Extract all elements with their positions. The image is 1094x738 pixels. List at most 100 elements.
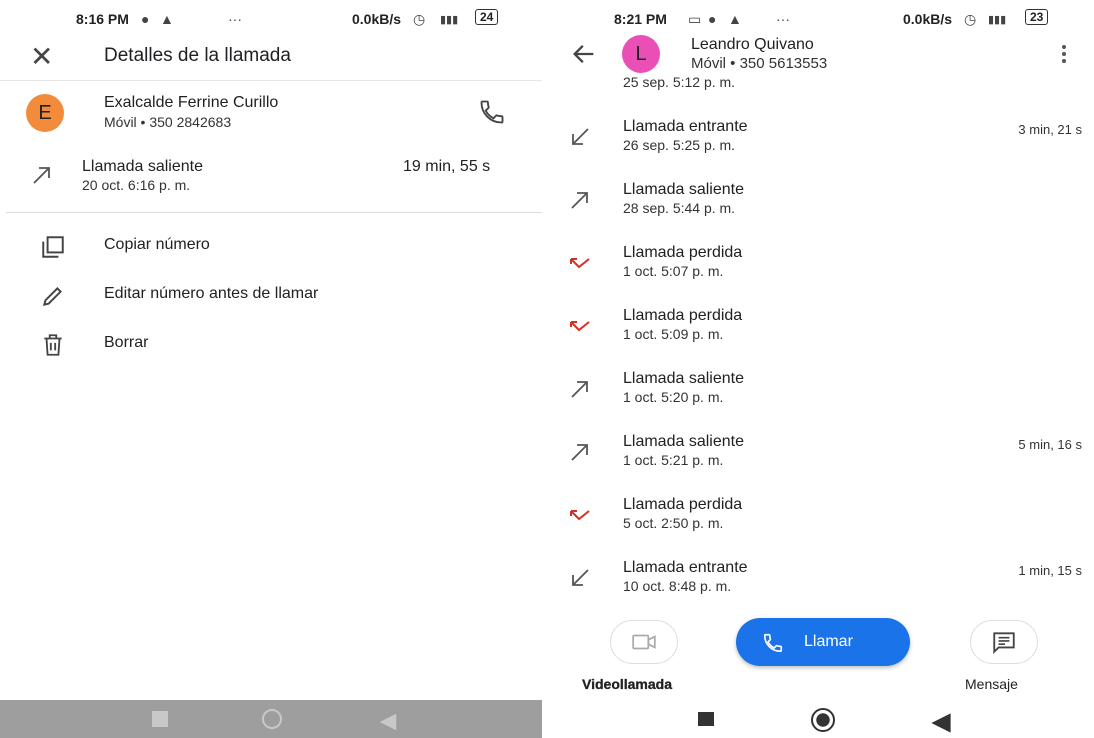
call-date: 25 sep. 5:12 p. m.: [623, 74, 736, 90]
cloud-icon: ▲: [728, 11, 742, 27]
call-duration: 1 min, 15 s: [1018, 563, 1082, 578]
battery-icon: 23: [1025, 9, 1049, 25]
delete-button[interactable]: Borrar: [0, 324, 542, 364]
contact-number: Móvil • 350 2842683: [104, 114, 232, 130]
video-call-button[interactable]: [610, 620, 678, 664]
navigation-bar: [548, 700, 1094, 738]
call-button[interactable]: Llamar: [736, 618, 910, 666]
call-history-item[interactable]: Llamada perdida 5 oct. 2:50 p. m.: [548, 473, 1094, 536]
call-duration: 3 min, 21 s: [1018, 122, 1082, 137]
call-type: Llamada perdida: [623, 496, 743, 513]
call-history-item[interactable]: Llamada saliente 28 sep. 5:44 p. m.: [548, 158, 1094, 221]
network-speed: 0.0kB/s: [903, 11, 953, 27]
call-details-screen: 8:16 PM ● ▲ ··· 0.0kB/s ◷ ▮▮▮ 24 ✕ Detal…: [0, 0, 542, 738]
navigation-bar: [0, 700, 542, 738]
divider: [0, 80, 542, 81]
contact-history-screen: 8:21 PM ▭ ● ▲ ··· 0.0kB/s ◷ ▮▮▮ 23 L Lea…: [548, 0, 1094, 738]
message-label: Mensaje: [965, 676, 1018, 692]
call-type: Llamada perdida: [623, 307, 743, 324]
call-type: Llamada perdida: [623, 244, 743, 261]
status-bar: 8:16 PM ● ▲ ··· 0.0kB/s ◷ ▮▮▮ 24: [0, 0, 542, 36]
contact-number: Móvil • 350 5613553: [691, 55, 828, 72]
missed-call-icon: [570, 321, 590, 332]
screen-icon: ▭: [688, 11, 702, 27]
call-history-item[interactable]: Llamada perdida 1 oct. 5:07 p. m.: [548, 221, 1094, 284]
back-button[interactable]: [376, 711, 400, 733]
outgoing-call-icon: [33, 167, 50, 184]
call-type: Llamada saliente: [623, 433, 744, 450]
incoming-call-icon: [572, 569, 589, 586]
home-button[interactable]: [262, 709, 282, 729]
call-duration: 5 min, 16 s: [1018, 437, 1082, 452]
call-type: Llamada entrante: [623, 559, 748, 576]
alarm-icon: ◷: [413, 11, 426, 27]
copy-number-button[interactable]: Copiar número: [0, 226, 542, 266]
battery-icon: 24: [475, 9, 499, 25]
divider: [6, 212, 542, 213]
signal-icon: ▮▮▮: [440, 14, 459, 26]
call-date: 1 oct. 5:21 p. m.: [623, 452, 724, 468]
call-button-label: Llamar: [804, 633, 853, 650]
outgoing-call-icon: [571, 444, 588, 461]
action-label: Borrar: [104, 334, 149, 351]
call-type: Llamada saliente: [623, 370, 744, 387]
avatar: E: [26, 94, 64, 132]
outgoing-call-icon: [571, 381, 588, 398]
call-date: 10 oct. 8:48 p. m.: [623, 578, 732, 594]
trash-icon: [44, 334, 62, 356]
globe-icon: ●: [141, 11, 150, 27]
message-icon: [993, 632, 1015, 654]
back-button[interactable]: [929, 712, 953, 734]
action-label: Editar número antes de llamar: [104, 285, 319, 302]
status-time: 8:21 PM: [614, 11, 667, 27]
call-date: 1 oct. 5:07 p. m.: [623, 263, 724, 279]
message-button[interactable]: [970, 620, 1038, 664]
more-notifications: ···: [776, 11, 790, 27]
page-title: Detalles de la llamada: [104, 45, 291, 66]
more-notifications: ···: [228, 11, 242, 27]
globe-icon: ●: [708, 11, 717, 27]
call-date: 1 oct. 5:20 p. m.: [623, 389, 724, 405]
video-camera-icon: [632, 634, 656, 650]
signal-icon: ▮▮▮: [988, 14, 1007, 26]
call-history-item[interactable]: Llamada perdida 1 oct. 5:09 p. m.: [548, 284, 1094, 347]
copy-icon: [42, 236, 64, 258]
pencil-icon: [42, 287, 62, 307]
call-history-item[interactable]: Llamada saliente 1 oct. 5:21 p. m. 5 min…: [548, 410, 1094, 473]
call-date: 5 oct. 2:50 p. m.: [623, 515, 724, 531]
video-call-label: Videollamada: [582, 676, 673, 692]
call-date: 28 sep. 5:44 p. m.: [623, 200, 736, 216]
call-date: 1 oct. 5:09 p. m.: [623, 326, 724, 342]
call-duration: 19 min, 55 s: [403, 158, 491, 175]
call-date: 26 sep. 5:25 p. m.: [623, 137, 736, 153]
call-history-item[interactable]: Llamada entrante 10 oct. 8:48 p. m. 1 mi…: [548, 536, 1094, 599]
recents-button[interactable]: [698, 712, 714, 726]
action-label: Copiar número: [104, 236, 210, 253]
contact-name: Leandro Quivano: [691, 36, 814, 53]
call-history-item[interactable]: Llamada entrante 26 sep. 5:25 p. m. 3 mi…: [548, 95, 1094, 158]
contact-name: Exalcalde Ferrine Curillo: [104, 94, 279, 111]
status-bar: 8:21 PM ▭ ● ▲ ··· 0.0kB/s ◷ ▮▮▮ 23: [548, 0, 1094, 36]
call-type: Llamada saliente: [623, 181, 744, 198]
call-type: Llamada saliente: [82, 158, 203, 175]
recents-button[interactable]: [152, 711, 168, 727]
missed-call-icon: [570, 510, 590, 521]
avatar: L: [622, 35, 660, 73]
status-time: 8:16 PM: [76, 11, 129, 27]
back-arrow-icon[interactable]: [570, 40, 598, 68]
outgoing-call-icon: [571, 192, 588, 209]
phone-icon: [763, 633, 783, 653]
network-speed: 0.0kB/s: [352, 11, 402, 27]
close-icon[interactable]: ✕: [30, 40, 53, 73]
cloud-icon: ▲: [160, 11, 174, 27]
call-date: 20 oct. 6:16 p. m.: [82, 177, 191, 193]
call-history-item[interactable]: Llamada saliente 1 oct. 5:20 p. m.: [548, 347, 1094, 410]
phone-icon[interactable]: [478, 98, 506, 126]
call-type: Llamada entrante: [623, 118, 748, 135]
incoming-call-icon: [572, 128, 589, 145]
missed-call-icon: [570, 258, 590, 269]
more-options-icon[interactable]: [1056, 42, 1072, 66]
alarm-icon: ◷: [964, 11, 977, 27]
edit-number-button[interactable]: Editar número antes de llamar: [0, 275, 542, 315]
home-button[interactable]: [811, 708, 835, 732]
